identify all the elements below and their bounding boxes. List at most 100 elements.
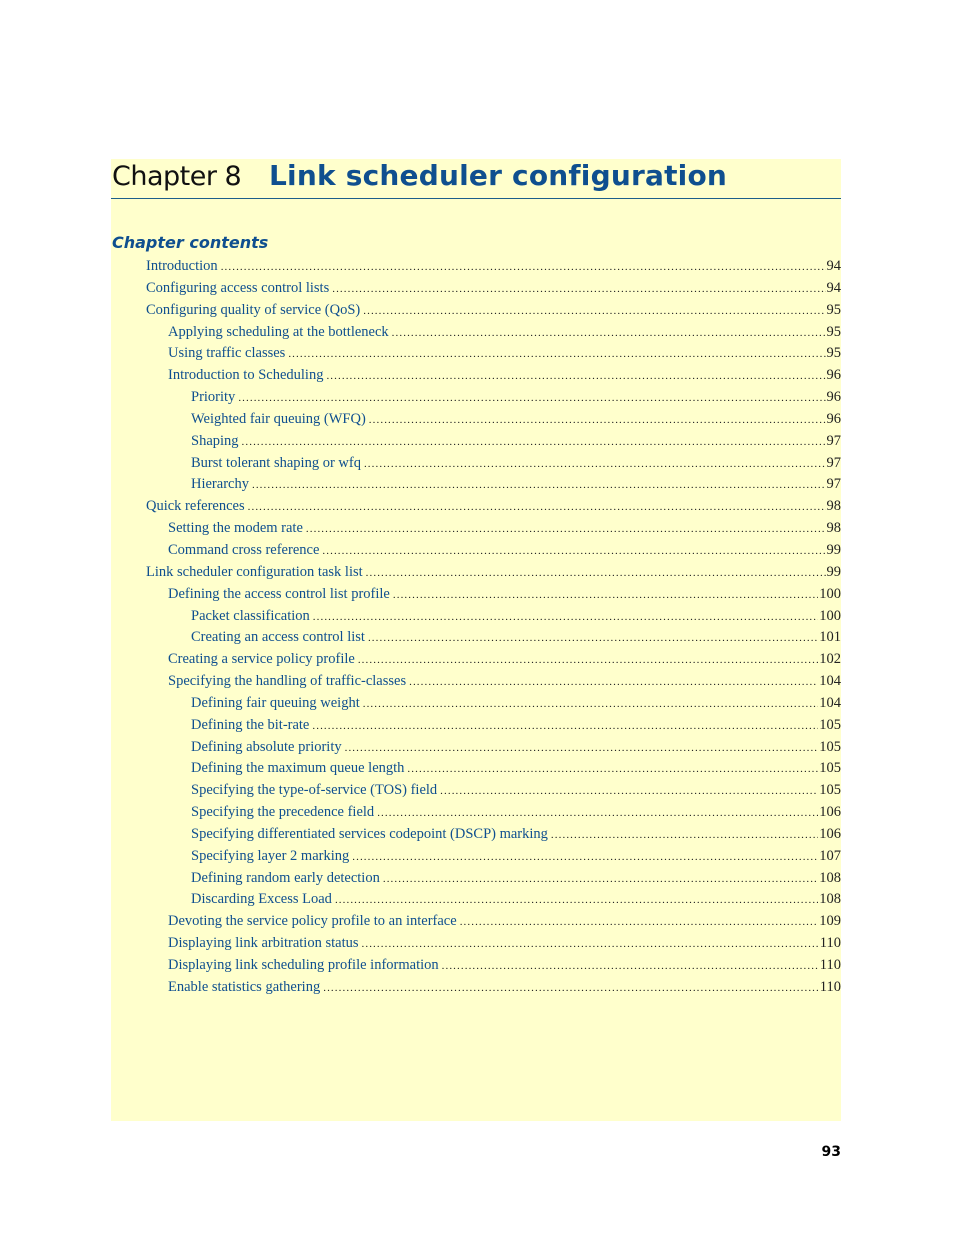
toc-entry-label[interactable]: Packet classification	[191, 608, 310, 625]
toc-entry-label[interactable]: Hierarchy	[191, 476, 249, 493]
toc-entry-label[interactable]: Enable statistics gathering	[168, 979, 320, 996]
toc-entry[interactable]: Displaying link arbitration status......…	[111, 935, 841, 957]
toc-entry-page[interactable]: 100	[819, 608, 841, 625]
toc-entry-page[interactable]: 99	[827, 564, 842, 581]
toc-entry[interactable]: Specifying differentiated services codep…	[111, 826, 841, 848]
toc-entry-page[interactable]: 110	[820, 957, 841, 974]
toc-entry-label[interactable]: Creating a service policy profile	[168, 651, 355, 668]
toc-entry-label[interactable]: Displaying link arbitration status	[168, 935, 359, 952]
toc-entry-label[interactable]: Setting the modem rate	[168, 520, 303, 537]
toc-entry[interactable]: Introduction............................…	[111, 258, 841, 280]
toc-entry[interactable]: Specifying layer 2 marking..............…	[111, 848, 841, 870]
toc-entry-page[interactable]: 107	[819, 848, 841, 865]
toc-entry[interactable]: Specifying the type-of-service (TOS) fie…	[111, 782, 841, 804]
toc-entry-page[interactable]: 106	[819, 826, 841, 843]
toc-entry[interactable]: Hierarchy...............................…	[111, 476, 841, 498]
toc-entry-page[interactable]: 108	[819, 870, 841, 887]
toc-entry-label[interactable]: Defining fair queuing weight	[191, 695, 360, 712]
toc-entry-page[interactable]: 94	[827, 280, 842, 297]
toc-entry-label[interactable]: Devoting the service policy profile to a…	[168, 913, 457, 930]
toc-entry-page[interactable]: 99	[827, 542, 842, 559]
toc-entry-page[interactable]: 109	[819, 913, 841, 930]
toc-entry-label[interactable]: Defining the maximum queue length	[191, 760, 404, 777]
toc-entry[interactable]: Defining random early detection.........…	[111, 870, 841, 892]
toc-entry-page[interactable]: 101	[819, 629, 841, 646]
toc-entry-label[interactable]: Defining absolute priority	[191, 739, 342, 756]
toc-entry[interactable]: Discarding Excess Load..................…	[111, 891, 841, 913]
toc-entry-label[interactable]: Weighted fair queuing (WFQ)	[191, 411, 366, 428]
toc-entry-page[interactable]: 96	[827, 411, 842, 428]
toc-entry[interactable]: Specifying the handling of traffic-class…	[111, 673, 841, 695]
toc-entry-page[interactable]: 96	[827, 367, 842, 384]
toc-entry-page[interactable]: 105	[819, 760, 841, 777]
toc-entry-page[interactable]: 97	[827, 433, 842, 450]
toc-entry[interactable]: Devoting the service policy profile to a…	[111, 913, 841, 935]
toc-entry-label[interactable]: Specifying differentiated services codep…	[191, 826, 548, 843]
toc-entry-label[interactable]: Specifying the precedence field	[191, 804, 374, 821]
toc-entry[interactable]: Defining the access control list profile…	[111, 586, 841, 608]
toc-entry[interactable]: Configuring access control lists........…	[111, 280, 841, 302]
toc-entry-page[interactable]: 95	[827, 345, 842, 362]
toc-entry-label[interactable]: Defining random early detection	[191, 870, 380, 887]
toc-entry-page[interactable]: 95	[827, 302, 842, 319]
toc-entry-label[interactable]: Applying scheduling at the bottleneck	[168, 324, 389, 341]
toc-entry-page[interactable]: 94	[827, 258, 842, 275]
toc-entry-page[interactable]: 97	[827, 476, 842, 493]
toc-entry-label[interactable]: Creating an access control list	[191, 629, 365, 646]
toc-entry[interactable]: Specifying the precedence field.........…	[111, 804, 841, 826]
toc-entry[interactable]: Defining the maximum queue length.......…	[111, 760, 841, 782]
toc-entry-page[interactable]: 108	[819, 891, 841, 908]
toc-entry-label[interactable]: Introduction to Scheduling	[168, 367, 323, 384]
toc-entry[interactable]: Introduction to Scheduling..............…	[111, 367, 841, 389]
toc-entry[interactable]: Defining absolute priority..............…	[111, 739, 841, 761]
toc-entry-page[interactable]: 98	[827, 498, 842, 515]
toc-entry[interactable]: Applying scheduling at the bottleneck...…	[111, 324, 841, 346]
toc-entry[interactable]: Displaying link scheduling profile infor…	[111, 957, 841, 979]
toc-entry[interactable]: Burst tolerant shaping or wfq...........…	[111, 455, 841, 477]
toc-entry-label[interactable]: Priority	[191, 389, 235, 406]
toc-entry-label[interactable]: Configuring quality of service (QoS)	[146, 302, 360, 319]
toc-entry-label[interactable]: Specifying layer 2 marking	[191, 848, 349, 865]
toc-entry-label[interactable]: Burst tolerant shaping or wfq	[191, 455, 361, 472]
toc-entry-label[interactable]: Configuring access control lists	[146, 280, 329, 297]
toc-entry[interactable]: Enable statistics gathering.............…	[111, 979, 841, 1001]
toc-entry-page[interactable]: 110	[820, 979, 841, 996]
toc-entry[interactable]: Packet classification...................…	[111, 608, 841, 630]
toc-entry[interactable]: Quick references........................…	[111, 498, 841, 520]
toc-entry-page[interactable]: 104	[819, 695, 841, 712]
toc-entry-label[interactable]: Defining the bit-rate	[191, 717, 309, 734]
toc-entry[interactable]: Shaping.................................…	[111, 433, 841, 455]
toc-entry-page[interactable]: 97	[827, 455, 842, 472]
toc-entry-label[interactable]: Link scheduler configuration task list	[146, 564, 363, 581]
toc-entry-label[interactable]: Using traffic classes	[168, 345, 285, 362]
toc-entry-label[interactable]: Specifying the type-of-service (TOS) fie…	[191, 782, 437, 799]
toc-entry-label[interactable]: Introduction	[146, 258, 218, 275]
toc-entry-page[interactable]: 106	[819, 804, 841, 821]
toc-entry-page[interactable]: 104	[819, 673, 841, 690]
toc-entry-page[interactable]: 105	[819, 717, 841, 734]
toc-entry[interactable]: Defining fair queuing weight............…	[111, 695, 841, 717]
toc-entry-label[interactable]: Discarding Excess Load	[191, 891, 332, 908]
toc-entry-label[interactable]: Shaping	[191, 433, 239, 450]
toc-entry-label[interactable]: Specifying the handling of traffic-class…	[168, 673, 406, 690]
toc-entry[interactable]: Priority................................…	[111, 389, 841, 411]
toc-entry-page[interactable]: 102	[819, 651, 841, 668]
toc-entry[interactable]: Command cross reference.................…	[111, 542, 841, 564]
toc-entry-label[interactable]: Defining the access control list profile	[168, 586, 390, 603]
toc-entry-label[interactable]: Quick references	[146, 498, 245, 515]
toc-entry[interactable]: Using traffic classes...................…	[111, 345, 841, 367]
toc-entry-page[interactable]: 105	[819, 739, 841, 756]
toc-entry-page[interactable]: 105	[819, 782, 841, 799]
toc-entry-page[interactable]: 110	[820, 935, 841, 952]
toc-entry-page[interactable]: 95	[827, 324, 842, 341]
toc-entry[interactable]: Creating an access control list.........…	[111, 629, 841, 651]
toc-entry[interactable]: Creating a service policy profile.......…	[111, 651, 841, 673]
toc-entry-page[interactable]: 96	[827, 389, 842, 406]
toc-entry-page[interactable]: 98	[827, 520, 842, 537]
toc-entry[interactable]: Setting the modem rate..................…	[111, 520, 841, 542]
toc-entry[interactable]: Configuring quality of service (QoS)....…	[111, 302, 841, 324]
toc-entry-label[interactable]: Command cross reference	[168, 542, 319, 559]
toc-entry[interactable]: Defining the bit-rate...................…	[111, 717, 841, 739]
toc-entry[interactable]: Link scheduler configuration task list..…	[111, 564, 841, 586]
toc-entry-label[interactable]: Displaying link scheduling profile infor…	[168, 957, 439, 974]
